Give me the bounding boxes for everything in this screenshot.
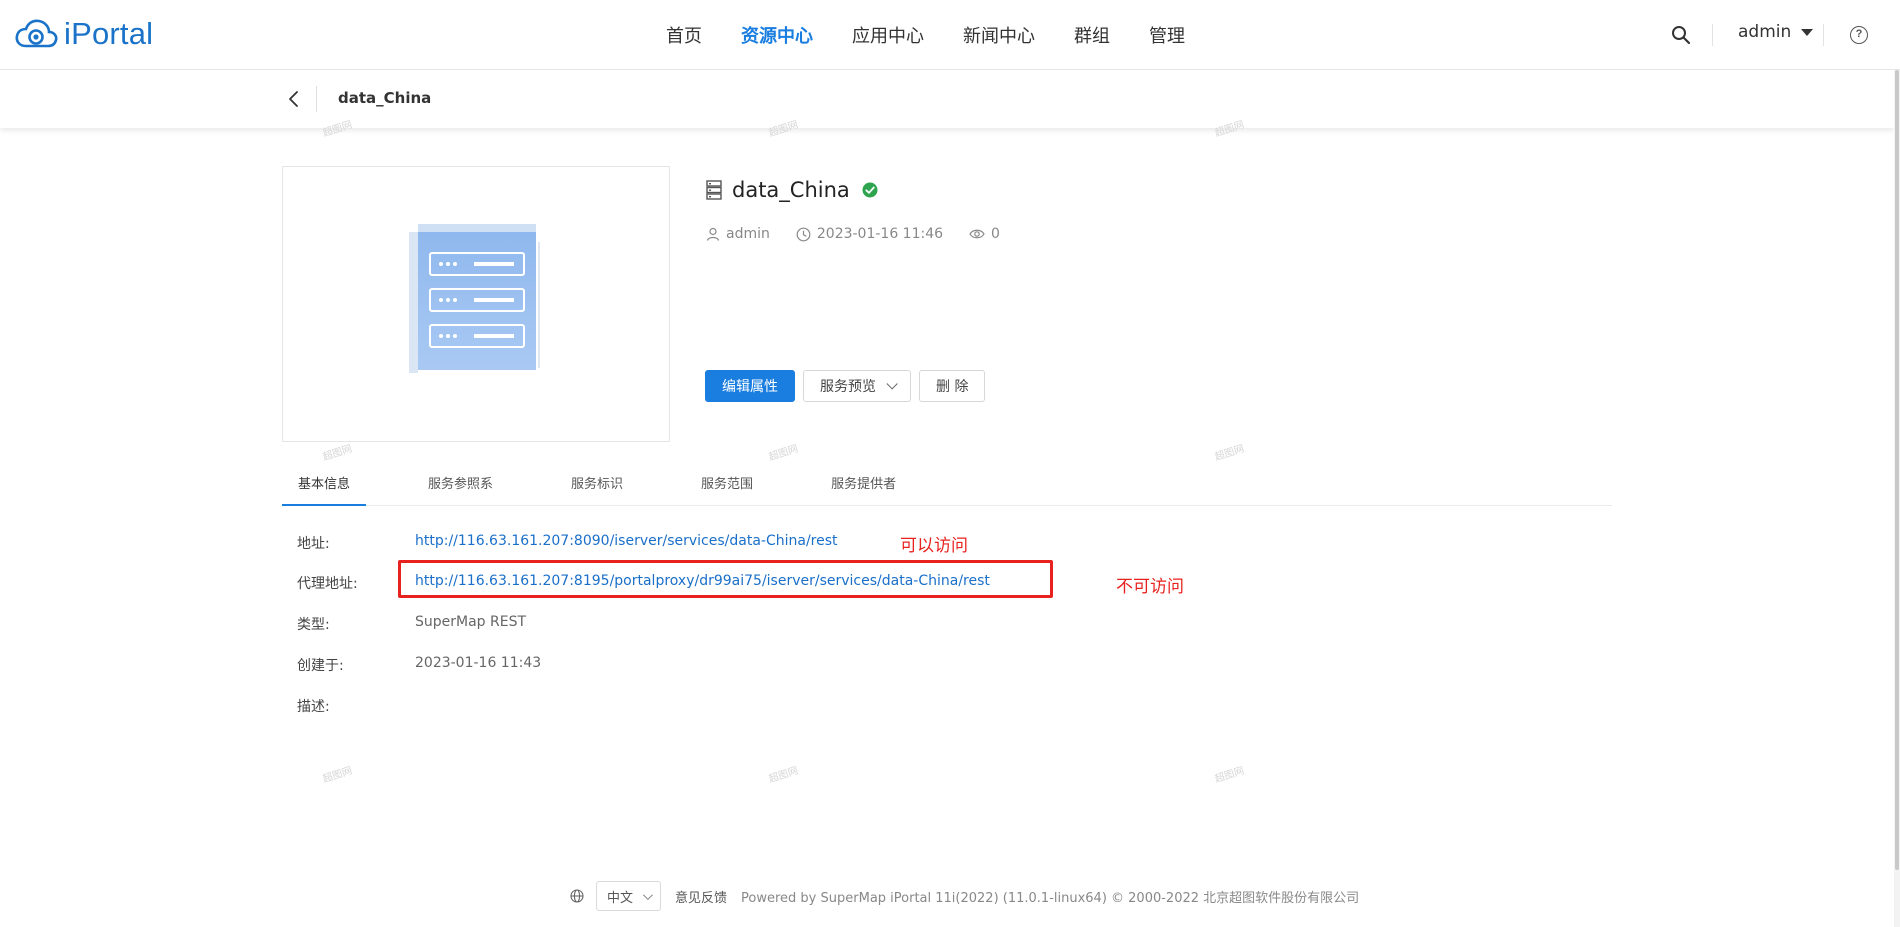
nav-item-home[interactable]: 首页	[666, 22, 702, 48]
cloud-logo-icon	[15, 19, 58, 48]
scrollbar-thumb[interactable]	[1895, 70, 1899, 870]
watermark: 超图网	[767, 765, 800, 786]
service-preview-label: 服务预览	[820, 379, 876, 395]
chevron-down-icon	[642, 889, 653, 900]
meta-created: 2023-01-16 11:46	[796, 226, 943, 242]
main-nav: 首页 资源中心 应用中心 新闻中心 群组 管理	[666, 0, 1224, 70]
user-icon	[706, 227, 720, 241]
server-icon	[409, 224, 540, 373]
chevron-down-icon	[886, 378, 898, 390]
resource-title: data_China	[706, 178, 878, 202]
proxy-address-label: 代理地址:	[297, 576, 358, 592]
address-link[interactable]: http://116.63.161.207:8090/iserver/servi…	[415, 533, 838, 549]
created-time: 2023-01-16 11:46	[816, 226, 944, 242]
annotation-accessible: 可以访问	[900, 536, 968, 556]
meta-views: 0	[969, 226, 1000, 242]
nav-item-groups[interactable]: 群组	[1074, 22, 1110, 48]
tab-basic-info[interactable]: 基本信息	[282, 470, 367, 506]
watermark: 超图网	[1213, 443, 1246, 464]
language-select[interactable]: 中文	[596, 881, 662, 911]
watermark: 超图网	[321, 443, 354, 464]
app-logo[interactable]: iPortal	[14, 16, 153, 52]
address-label: 地址:	[297, 536, 330, 552]
resource-name: data_China	[732, 178, 850, 202]
service-preview-dropdown[interactable]: 服务预览	[803, 370, 911, 402]
detail-tabs: 基本信息 服务参照系 服务标识 服务范围 服务提供者	[282, 470, 1612, 506]
top-navbar: iPortal 首页 资源中心 应用中心 新闻中心 群组 管理 admin ?	[0, 0, 1900, 70]
nav-item-app-center[interactable]: 应用中心	[852, 22, 924, 48]
highlight-box	[398, 560, 1053, 598]
language-value: 中文	[607, 890, 634, 906]
resource-thumbnail	[282, 166, 670, 442]
watermark: 超图网	[321, 765, 354, 786]
view-count: 0	[991, 226, 1000, 242]
delete-button[interactable]: 删 除	[919, 370, 986, 402]
created-label: 创建于:	[297, 658, 344, 674]
feedback-link[interactable]: 意见反馈	[675, 887, 727, 906]
divider	[316, 86, 317, 112]
nav-item-manage[interactable]: 管理	[1149, 22, 1185, 48]
tab-service-tags[interactable]: 服务标识	[555, 470, 639, 506]
type-value: SuperMap REST	[415, 614, 527, 630]
footer: 中文 意见反馈 Powered by SuperMap iPortal 11i(…	[570, 880, 1359, 912]
powered-by-text: Powered by SuperMap iPortal 11i(2022) (1…	[741, 890, 1360, 906]
user-name: admin	[1738, 22, 1792, 42]
resource-meta: admin 2023-01-16 11:46 0	[706, 226, 1026, 242]
tab-reference-system[interactable]: 服务参照系	[412, 470, 509, 506]
divider	[1712, 24, 1713, 46]
caret-down-icon	[1801, 28, 1814, 36]
search-icon[interactable]	[1669, 23, 1693, 47]
owner-name: admin	[726, 226, 770, 242]
chevron-left-icon[interactable]	[283, 88, 305, 110]
divider	[1823, 24, 1824, 46]
annotation-not-accessible: 不可访问	[1116, 577, 1184, 597]
nav-item-news-center[interactable]: 新闻中心	[963, 22, 1035, 48]
created-value: 2023-01-16 11:43	[415, 655, 542, 671]
action-buttons: 编辑属性 服务预览 删 除	[705, 370, 993, 402]
nav-item-resource-center[interactable]: 资源中心	[741, 22, 813, 48]
eye-icon	[969, 229, 985, 239]
type-label: 类型:	[297, 617, 330, 633]
watermark: 超图网	[767, 443, 800, 464]
description-label: 描述:	[297, 699, 330, 715]
breadcrumb: data_China	[0, 70, 1894, 128]
watermark: 超图网	[1213, 765, 1246, 786]
help-icon[interactable]: ?	[1850, 26, 1868, 44]
breadcrumb-title: data_China	[338, 89, 432, 107]
server-small-icon	[706, 180, 722, 200]
tab-service-provider[interactable]: 服务提供者	[815, 470, 912, 506]
tab-service-extent[interactable]: 服务范围	[685, 470, 769, 506]
check-circle-icon	[862, 182, 878, 198]
user-menu[interactable]: admin	[1738, 22, 1814, 42]
edit-properties-button[interactable]: 编辑属性	[705, 370, 795, 402]
globe-icon	[570, 889, 584, 903]
app-name: iPortal	[64, 16, 154, 51]
clock-icon	[796, 227, 811, 241]
meta-owner: admin	[706, 226, 770, 242]
